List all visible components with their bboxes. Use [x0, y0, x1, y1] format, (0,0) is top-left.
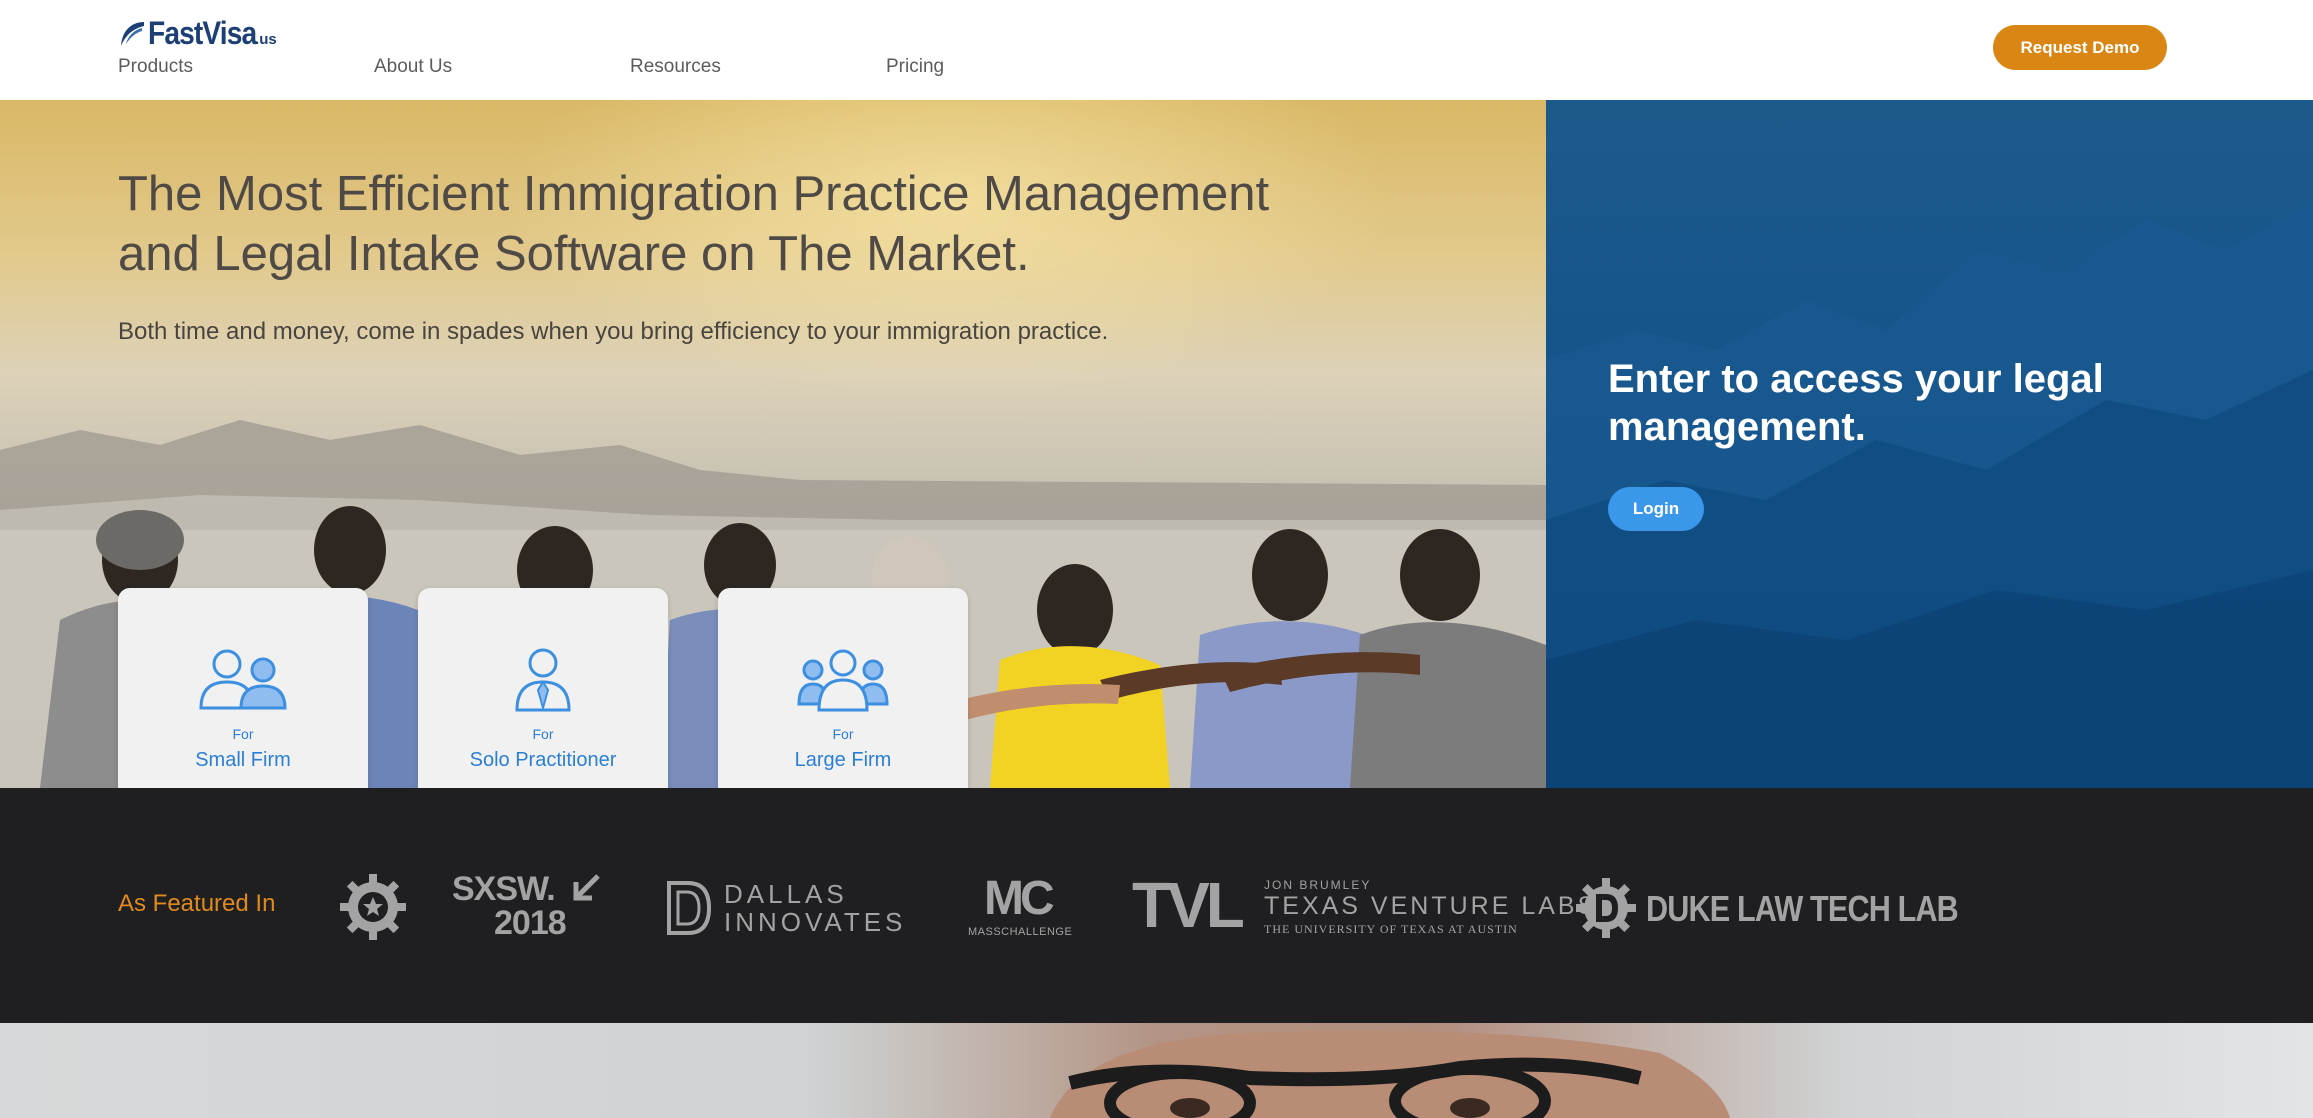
logo-tld-text: .us	[255, 31, 277, 48]
masschallenge-text: MASSCHALLENGE	[968, 926, 1073, 938]
card-large-firm-label: Large Firm	[794, 749, 892, 771]
duke-law-tech-lab-logo: DUKE LAW TECH LAB	[1574, 876, 1959, 940]
masschallenge-logo: MC MASSCHALLENGE	[966, 874, 1082, 940]
sxsw-year: 2018	[494, 904, 567, 942]
fastvisa-logo[interactable]: FastVisa .us	[118, 10, 277, 50]
tvl-text: TVL	[1132, 869, 1245, 941]
duke-gear-d-icon	[1576, 878, 1636, 938]
dallas-d-icon	[667, 881, 712, 935]
arrow-down-left-icon	[573, 874, 600, 901]
hero-title: The Most Efficient Immigration Practice …	[118, 164, 1418, 284]
nav-resources[interactable]: Resources	[630, 56, 721, 78]
nav-pricing[interactable]: Pricing	[886, 56, 944, 78]
site-header: FastVisa .us Products About Us Resources…	[0, 0, 2313, 100]
next-section-photo	[0, 1023, 2313, 1118]
hero-subtitle: Both time and money, come in spades when…	[118, 318, 1109, 345]
card-solo-for: For	[532, 726, 554, 742]
login-panel-title: Enter to access your legal management.	[1608, 357, 2104, 449]
tvl-university-text: THE UNIVERSITY OF TEXAS AT AUSTIN	[1264, 922, 1518, 936]
request-demo-button[interactable]: Request Demo	[1993, 25, 2167, 70]
nav-about-us[interactable]: About Us	[374, 56, 452, 78]
tvl-jon-brumley: JON BRUMLEY	[1264, 878, 1372, 892]
card-solo-label: Solo Practitioner	[469, 749, 617, 771]
sxsw-text: SXSW.	[452, 870, 556, 908]
innovates-text: INNOVATES	[724, 907, 907, 937]
featured-in-label: As Featured In	[118, 890, 276, 917]
two-users-icon	[199, 649, 287, 710]
login-button[interactable]: Login	[1608, 487, 1704, 531]
logo-swoosh-icon	[121, 22, 144, 46]
tvl-name-text: TEXAS VENTURE LABS	[1264, 892, 1598, 920]
dallas-innovates-logo: DALLAS INNOVATES	[666, 880, 906, 936]
texas-venture-labs-logo: TVL JON BRUMLEY TEXAS VENTURE LABS THE U…	[1132, 873, 1594, 938]
card-small-firm-for: For	[232, 726, 254, 742]
sxsw-2018-logo: SXSW. 2018	[452, 872, 602, 942]
mc-text: MC	[984, 872, 1055, 925]
dallas-text: DALLAS	[724, 879, 848, 909]
card-large-firm-for: For	[832, 726, 854, 742]
hero-title-line-2: and Legal Intake Software on The Market.	[118, 227, 1030, 281]
man-with-glasses-photo	[1050, 1030, 1730, 1118]
group-users-icon	[797, 649, 889, 712]
capital-factory-logo	[340, 874, 406, 940]
login-panel: Enter to access your legal management. L…	[1546, 100, 2313, 788]
featured-in-strip: As Featured In SXSW. 2018 DALLAS INNOVAT…	[0, 788, 2313, 1023]
logo-brand-text: FastVisa	[148, 15, 257, 51]
hero-title-line-1: The Most Efficient Immigration Practice …	[118, 167, 1270, 221]
user-tie-icon	[515, 648, 571, 712]
card-small-firm-label: Small Firm	[195, 749, 291, 771]
nav-products[interactable]: Products	[118, 56, 193, 78]
duke-law-tech-lab-text: DUKE LAW TECH LAB	[1646, 888, 1959, 929]
